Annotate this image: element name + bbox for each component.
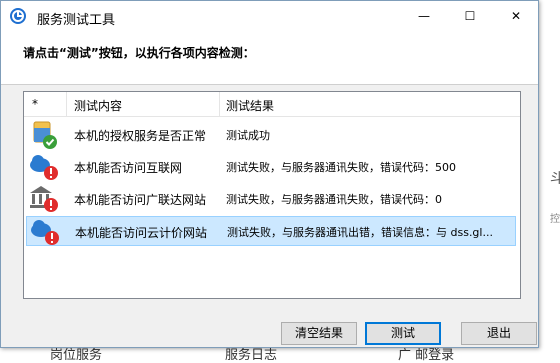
test-result: 测试失败，与服务器通讯出错，错误信息：与 dss.gl...	[227, 226, 493, 239]
minimize-button[interactable]: —	[401, 1, 447, 32]
test-content: 本机能否访问云计价网站	[75, 226, 208, 240]
column-header-result[interactable]: 测试结果	[226, 97, 274, 114]
background-glyph-small: 控	[550, 214, 560, 225]
test-result: 测试失败，与服务器通讯失败，错误代码：0	[226, 193, 442, 206]
test-list[interactable]: * 测试内容 测试结果 本机的授权服务是否正常 测试成功 本机能否访问互联网 测…	[23, 91, 521, 299]
cloud-error-icon	[30, 155, 58, 180]
test-result: 测试成功	[226, 129, 270, 142]
app-icon	[10, 8, 26, 24]
list-header: * 测试内容 测试结果	[24, 92, 520, 117]
list-item[interactable]: 本机的授权服务是否正常 测试成功	[26, 120, 516, 150]
test-content: 本机的授权服务是否正常	[74, 129, 207, 143]
close-button[interactable]: ✕	[493, 1, 539, 32]
maximize-button[interactable]: ☐	[447, 1, 493, 32]
list-item-selected[interactable]: 本机能否访问云计价网站 测试失败，与服务器通讯出错，错误信息：与 dss.gl.…	[26, 216, 516, 246]
test-button[interactable]: 测试	[365, 322, 441, 345]
list-item[interactable]: 本机能否访问互联网 测试失败，与服务器通讯失败，错误代码：500	[26, 152, 516, 182]
instruction-area: 请点击“测试”按钮，以执行各项内容检测：	[1, 32, 538, 85]
column-divider[interactable]	[219, 92, 220, 116]
title-bar[interactable]: 服务测试工具 — ☐ ✕	[1, 1, 538, 32]
service-test-dialog: 服务测试工具 — ☐ ✕ 请点击“测试”按钮，以执行各项内容检测： * 测试内容…	[0, 0, 539, 348]
column-divider[interactable]	[66, 92, 67, 116]
bank-error-icon	[30, 186, 58, 212]
background-glyph: 斗	[550, 171, 560, 187]
column-header-content[interactable]: 测试内容	[74, 97, 122, 114]
column-header-star[interactable]: *	[32, 97, 38, 111]
database-check-icon	[33, 121, 57, 149]
cloud-error-icon	[31, 220, 59, 245]
list-item[interactable]: 本机能否访问广联达网站 测试失败，与服务器通讯失败，错误代码：0	[26, 184, 516, 214]
window-title: 服务测试工具	[37, 13, 116, 28]
exit-button[interactable]: 退出	[461, 322, 537, 345]
clear-results-button[interactable]: 清空结果	[281, 322, 357, 345]
test-content: 本机能否访问互联网	[74, 161, 183, 175]
test-result: 测试失败，与服务器通讯失败，错误代码：500	[226, 161, 456, 174]
instruction-text: 请点击“测试”按钮，以执行各项内容检测：	[23, 46, 255, 60]
test-content: 本机能否访问广联达网站	[74, 193, 207, 207]
